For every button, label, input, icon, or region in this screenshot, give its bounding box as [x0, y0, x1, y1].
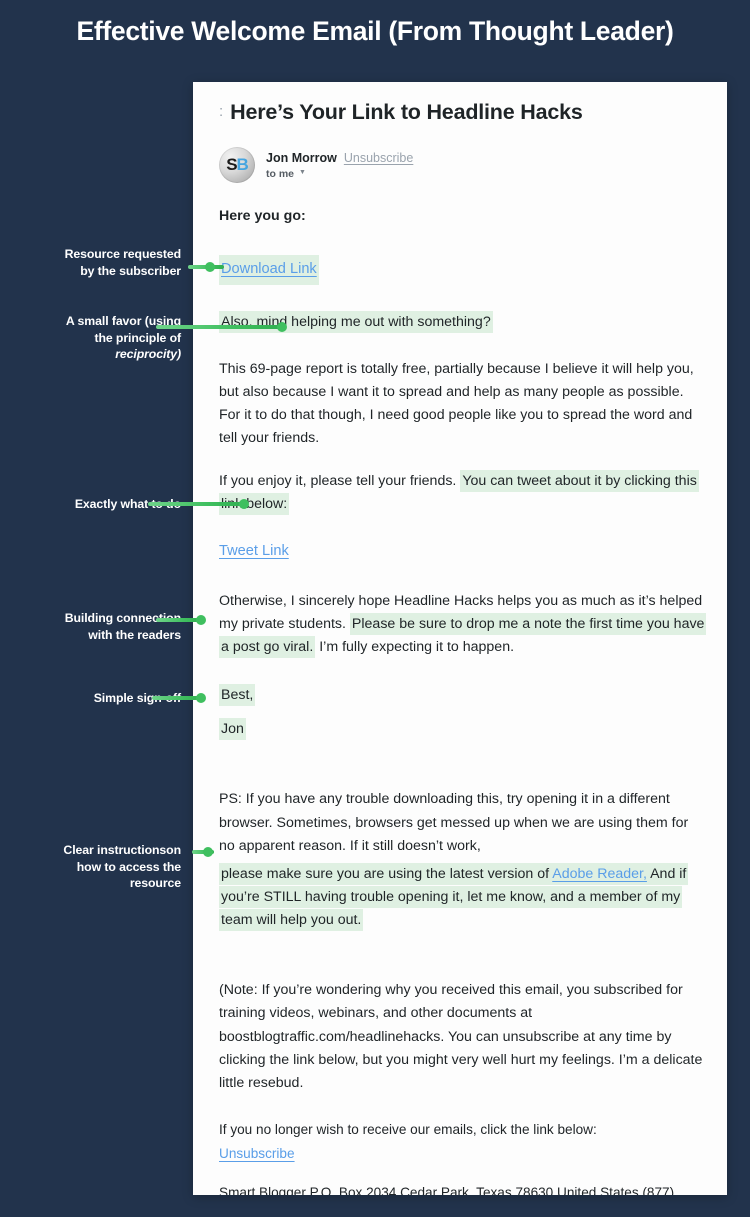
- ps-highlight-1: please make sure you are using the lates…: [219, 862, 689, 932]
- annotation-dot-1: [277, 322, 287, 332]
- favor-line-highlight: Also, mind helping me out with something…: [219, 310, 493, 333]
- greeting-text: Here you go:: [219, 208, 306, 224]
- paragraph-ps-highlight: please make sure you are using the lates…: [219, 862, 705, 932]
- avatar-initial-b: B: [236, 155, 249, 174]
- annotation-5-line2: how to access the: [76, 859, 181, 874]
- paragraph-report: This 69-page report is totally free, par…: [219, 361, 694, 447]
- email-subject: Here’s Your Link to Headline Hacks: [230, 100, 583, 124]
- annotation-dot-0: [205, 262, 215, 272]
- annotation-leader-1: [156, 325, 286, 329]
- footer-address: Smart Blogger P.O. Box 2034 Cedar Park, …: [219, 1185, 675, 1195]
- annotation-1-line2: the principle of: [94, 330, 181, 345]
- sender-row: SB Jon Morrow Unsubscribe to me ▼: [219, 147, 705, 183]
- annotation-0-line2: by the subscriber: [80, 263, 181, 278]
- paragraph-ps: PS: If you have any trouble downloading …: [219, 791, 689, 854]
- annotation-dot-3: [196, 615, 206, 625]
- sender-name: Jon Morrow: [266, 150, 337, 165]
- annotation-dot-2: [239, 499, 249, 509]
- otherwise-plain-2: I’m fully expecting it to happen.: [319, 638, 515, 655]
- email-body: Here you go: Download Link Also, mind he…: [219, 205, 707, 1195]
- enjoy-plain-text: If you enjoy it, please tell your friend…: [219, 472, 457, 489]
- chevron-down-icon[interactable]: ▼: [299, 169, 306, 176]
- page-title: Effective Welcome Email (From Thought Le…: [76, 16, 674, 46]
- annotation-0-line1: Resource requested: [64, 247, 182, 261]
- footer-unsubscribe-link[interactable]: Unsubscribe: [219, 1146, 295, 1161]
- annotation-label-0: Resource requested by the subscriber: [18, 246, 182, 279]
- email-card: : Here’s Your Link to Headline Hacks SB …: [193, 82, 727, 1195]
- recipient-label: to me: [266, 167, 295, 180]
- page-root: Effective Welcome Email (From Thought Le…: [0, 0, 750, 1217]
- avatar: SB: [219, 147, 255, 183]
- adobe-reader-link[interactable]: Adobe Reader,: [552, 866, 647, 882]
- annotation-5-line1: Clear instructionson: [63, 843, 181, 857]
- download-link-highlight: Download Link: [219, 255, 319, 285]
- annotation-dot-5: [203, 847, 213, 857]
- paragraph-enjoy: If you enjoy it, please tell your friend…: [219, 469, 705, 516]
- avatar-initial-s: S: [226, 155, 237, 174]
- annotation-label-1: A small favor (using the principle of re…: [16, 313, 181, 363]
- download-link[interactable]: Download Link: [221, 261, 317, 277]
- paragraph-otherwise: Otherwise, I sincerely hope Headline Hac…: [219, 590, 707, 659]
- tweet-link[interactable]: Tweet Link: [219, 543, 289, 559]
- annotation-leader-2: [148, 502, 248, 506]
- annotation-label-3: Building connection with the readers: [16, 610, 181, 643]
- annotation-dot-4: [196, 693, 206, 703]
- annotation-5-line3: resource: [129, 876, 181, 891]
- signoff-best: Best,: [219, 684, 256, 707]
- annotation-1-line3: reciprocity): [115, 347, 181, 362]
- annotation-3-line2: with the readers: [88, 627, 181, 642]
- paragraph-note: (Note: If you’re wondering why you recei…: [219, 982, 703, 1091]
- subject-row: : Here’s Your Link to Headline Hacks: [219, 100, 705, 125]
- sender-unsubscribe-link[interactable]: Unsubscribe: [344, 151, 413, 165]
- subject-prefix-icon: :: [219, 103, 225, 120]
- recipient-row[interactable]: to me ▼: [266, 168, 413, 180]
- annotation-label-5: Clear instructionson how to access the r…: [16, 842, 181, 892]
- unsubscribe-prompt: If you no longer wish to receive our ema…: [219, 1121, 597, 1137]
- signoff-name: Jon: [219, 718, 246, 741]
